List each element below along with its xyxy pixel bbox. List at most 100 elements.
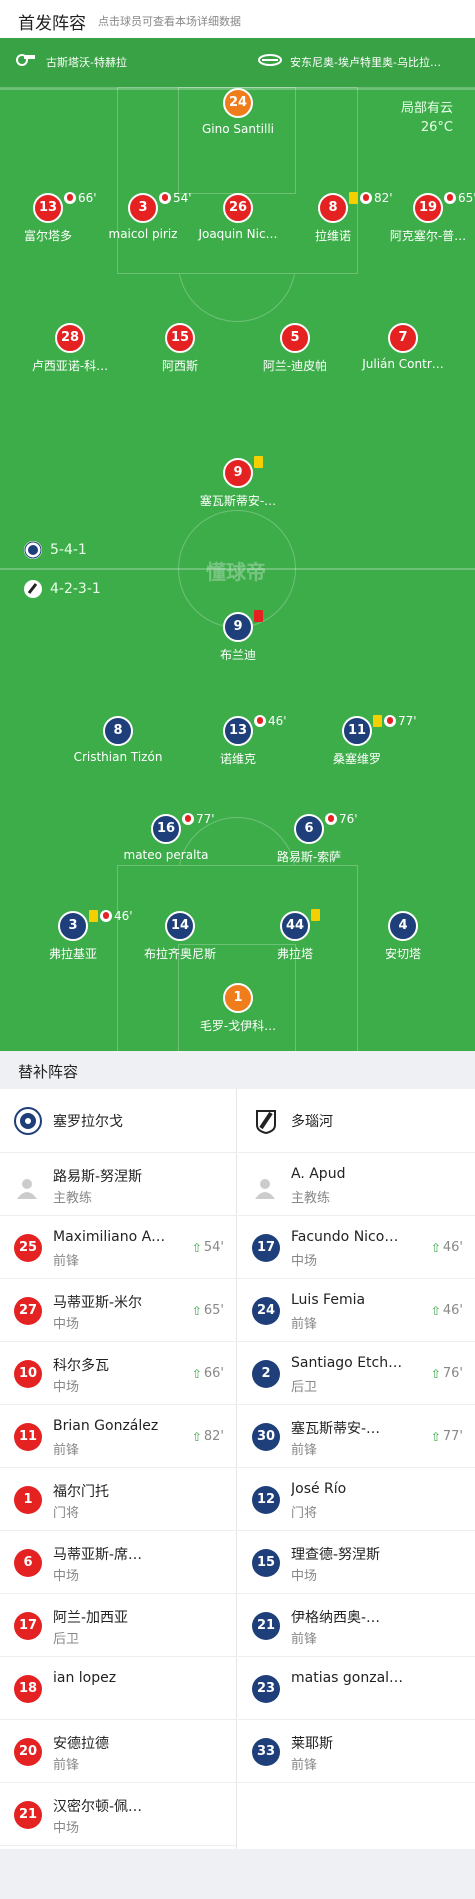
sub-player-row[interactable]: 21 汉密尔顿-佩… 中场 (0, 1783, 236, 1846)
sub-player-name: 福尔门托 (53, 1484, 109, 1500)
sub-player-number: 23 (252, 1675, 280, 1703)
player[interactable]: 7 Julián Contr… (343, 323, 463, 371)
sub-in-time: ⇧ 76' (431, 1366, 463, 1381)
sub-player-row[interactable]: 25 Maximiliano A… 前锋 ⇧ 54' (0, 1216, 236, 1279)
coach-row[interactable]: A. Apud 主教练 (238, 1153, 475, 1216)
coach-row[interactable]: 路易斯-努涅斯 主教练 (0, 1153, 236, 1216)
sub-player-row[interactable]: 30 塞瓦斯蒂安-… 前锋 ⇧ 77' (238, 1405, 475, 1468)
player-number: 8 (103, 716, 133, 746)
sub-player-row[interactable]: 1 福尔门托 门将 (0, 1468, 236, 1531)
sub-out-icon (444, 192, 456, 204)
sub-player-row[interactable]: 24 Luis Femia 前锋 ⇧ 46' (238, 1279, 475, 1342)
sub-player-name: Facundo Nico… (291, 1229, 399, 1245)
away-team-name: 多瑙河 (291, 1114, 333, 1130)
yellow-card-icon (373, 715, 382, 727)
player[interactable]: 5 阿兰-迪皮帕 (235, 323, 355, 374)
player-name: 布兰迪 (219, 648, 256, 662)
player-number: 14 (165, 911, 195, 941)
sub-player-row[interactable]: 15 理查德-努涅斯 中场 (238, 1531, 475, 1594)
player-name: 塞瓦斯蒂安-… (199, 494, 277, 508)
sub-player-number: 30 (252, 1423, 280, 1451)
player[interactable]: 1 毛罗-戈伊科… (178, 983, 298, 1034)
sub-player-number: 15 (252, 1549, 280, 1577)
sub-player-row[interactable]: 23 matias gonzal… (238, 1657, 475, 1720)
player[interactable]: 44 弗拉塔 (235, 909, 355, 962)
sub-out-icon (254, 715, 266, 727)
sub-player-row[interactable]: 11 Brian González 前锋 ⇧ 82' (0, 1405, 236, 1468)
sub-player-number: 33 (252, 1738, 280, 1766)
sub-out-icon (325, 813, 337, 825)
player[interactable]: 13 46' 诺维克 (178, 714, 298, 767)
player-number: 3 (58, 911, 88, 941)
player-number: 19 (413, 193, 443, 223)
player-events: 77' (373, 714, 417, 728)
player[interactable]: 16 77' mateo peralta (106, 812, 226, 862)
yellow-card-icon (349, 192, 358, 204)
home-team-name: 塞罗拉尔戈 (53, 1114, 123, 1130)
event-minute: 76' (339, 812, 358, 826)
player[interactable]: 19 65' 阿克塞尔-普… (368, 191, 475, 244)
sub-out-icon (182, 813, 194, 825)
sub-player-number: 20 (14, 1738, 42, 1766)
player-name: 诺维克 (219, 752, 256, 766)
player-name: Julián Contr… (362, 357, 444, 371)
sub-player-position: 前锋 (53, 1254, 80, 1269)
home-subs-list: 塞罗拉尔戈 路易斯-努涅斯 主教练 25 Maximiliano A… 前锋 ⇧ 54' 27… (0, 1089, 237, 1849)
sub-in-minute: 46' (442, 1303, 463, 1318)
sub-player-name: matias gonzal… (291, 1670, 404, 1686)
sub-out-icon (159, 192, 171, 204)
sub-player-row[interactable]: 21 伊格纳西奥-… 前锋 (238, 1594, 475, 1657)
sub-player-position: 前锋 (291, 1758, 318, 1773)
sub-in-time: ⇧ 66' (192, 1366, 224, 1381)
player-number: 5 (280, 323, 310, 353)
sub-player-name: 科尔多瓦 (53, 1358, 109, 1374)
player-name: Gino Santilli (201, 122, 274, 136)
player[interactable]: 9 塞瓦斯蒂安-… (178, 456, 298, 509)
weather-desc: 局部有云 (400, 101, 453, 116)
player-name: 卢西亚诺-科… (31, 359, 109, 373)
sub-player-row[interactable]: 2 Santiago Etch… 后卫 ⇧ 76' (238, 1342, 475, 1405)
player[interactable]: 24 Gino Santilli (178, 88, 298, 136)
player[interactable]: 15 阿西斯 (120, 323, 240, 374)
player[interactable]: 4 安切塔 (343, 911, 463, 962)
sub-player-row[interactable]: 17 阿兰-加西亚 后卫 (0, 1594, 236, 1657)
sub-player-row[interactable]: 20 安德拉德 前锋 (0, 1720, 236, 1783)
sub-player-number: 11 (14, 1423, 42, 1451)
player[interactable]: 3 46' 弗拉基亚 (13, 909, 133, 962)
sub-player-position: 前锋 (291, 1443, 318, 1458)
sub-in-icon: ⇧ (430, 1429, 441, 1444)
sub-player-name: 马蒂亚斯-米尔 (53, 1295, 143, 1311)
whistle-icon (16, 54, 35, 66)
sub-player-name: 阿兰-加西亚 (53, 1610, 129, 1626)
sub-player-row[interactable]: 12 José Río 门将 (238, 1468, 475, 1531)
sub-player-row[interactable]: 27 马蒂亚斯-米尔 中场 ⇧ 65' (0, 1279, 236, 1342)
player[interactable]: 9 布兰迪 (178, 610, 298, 663)
sub-player-row[interactable]: 6 马蒂亚斯-席… 中场 (0, 1531, 236, 1594)
sub-in-time: ⇧ 77' (431, 1429, 463, 1444)
subs-header: 替补阵容 (0, 1051, 475, 1089)
player[interactable]: 11 77' 桑塞维罗 (297, 714, 417, 767)
event-minute: 77' (196, 812, 215, 826)
player[interactable]: 6 76' 路易斯-索萨 (249, 812, 369, 865)
player-number: 13 (223, 716, 253, 746)
sub-player-row[interactable]: 33 莱耶斯 前锋 (238, 1720, 475, 1783)
sub-player-position: 前锋 (53, 1443, 80, 1458)
sub-in-minute: 54' (203, 1240, 224, 1255)
weather: 局部有云 26°C (401, 99, 453, 137)
sub-player-position: 中场 (291, 1254, 318, 1269)
sub-out-icon (100, 910, 112, 922)
sub-player-row[interactable]: 17 Facundo Nico… 中场 ⇧ 46' (238, 1216, 475, 1279)
sub-player-name: 安德拉德 (53, 1736, 109, 1752)
player[interactable]: 8 Cristhian Tizón (58, 716, 178, 764)
sub-player-row[interactable]: 10 科尔多瓦 中场 ⇧ 66' (0, 1342, 236, 1405)
player-number: 26 (223, 193, 253, 223)
sub-player-row[interactable]: 18 ian lopez (0, 1657, 236, 1720)
lineup-header: 首发阵容 点击球员可查看本场详细数据 (0, 0, 475, 38)
sub-player-position: 中场 (53, 1569, 80, 1584)
home-formation: 5-4-1 (24, 541, 87, 559)
player[interactable]: 28 卢西亚诺-科… (10, 323, 130, 374)
lineup-hint: 点击球员可查看本场详细数据 (98, 15, 241, 28)
player-number: 8 (318, 193, 348, 223)
sub-player-position: 后卫 (53, 1632, 80, 1647)
player[interactable]: 14 布拉齐奥尼斯 (120, 911, 240, 962)
